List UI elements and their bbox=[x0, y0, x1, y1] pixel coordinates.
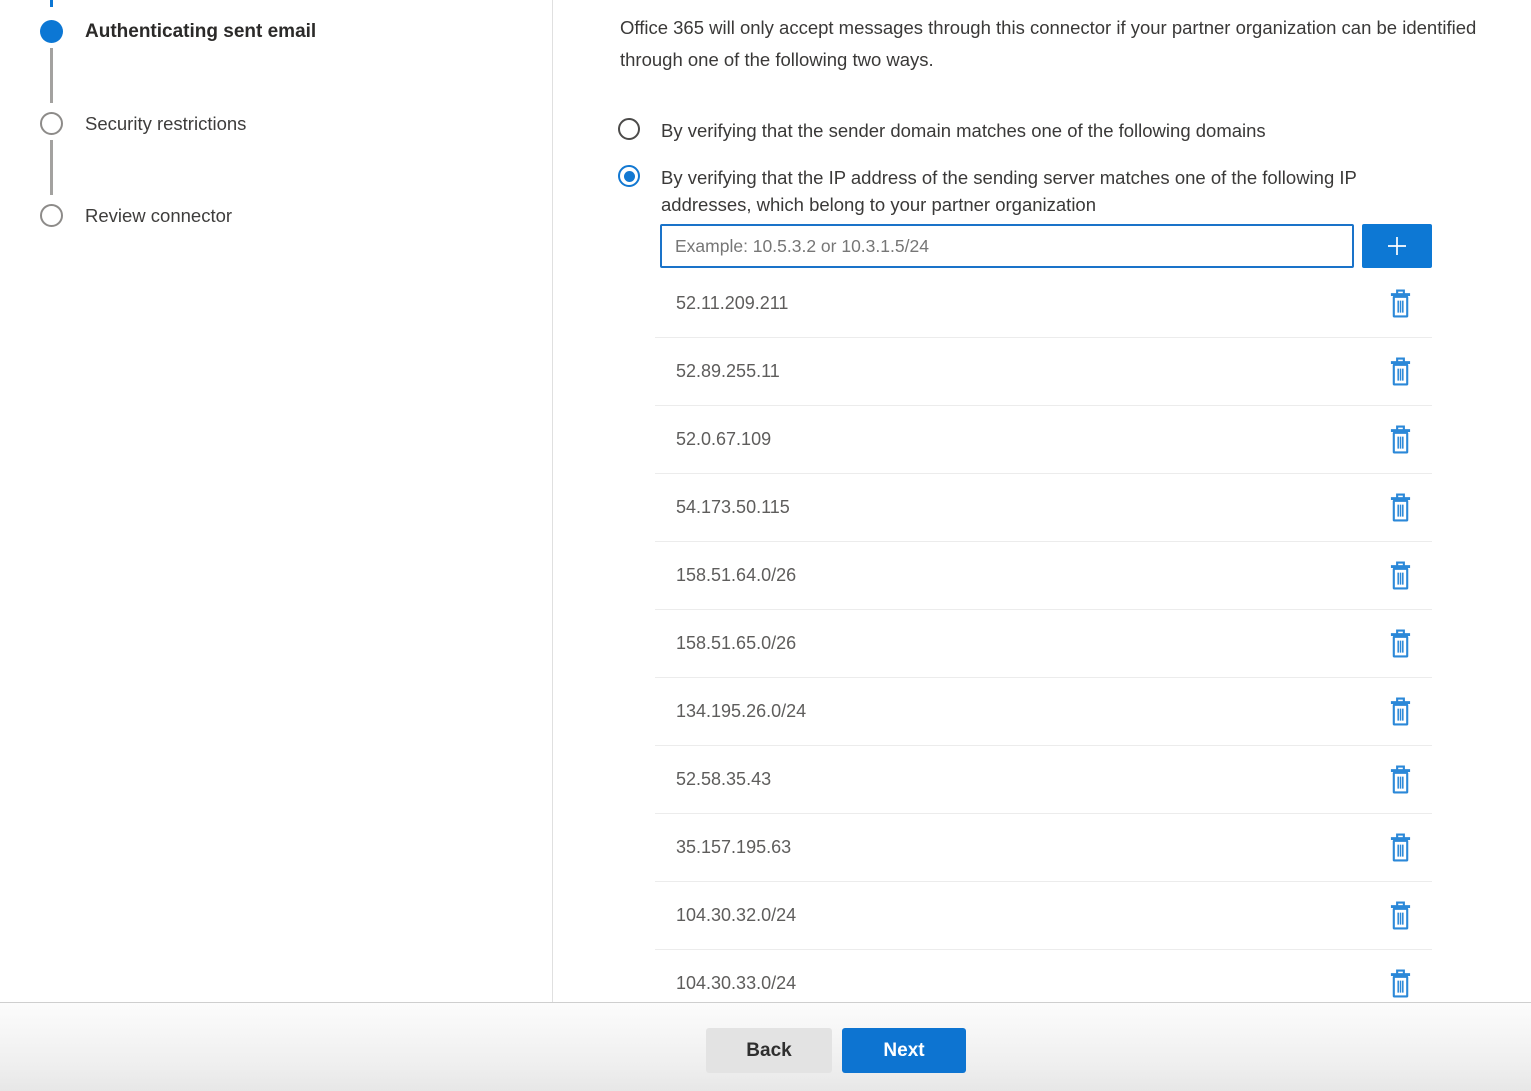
ip-address: 104.30.33.0/24 bbox=[676, 973, 796, 994]
verify-by-sender-domain-option[interactable]: By verifying that the sender domain matc… bbox=[618, 117, 1266, 144]
delete-ip-button[interactable] bbox=[1388, 424, 1412, 456]
wizard-footer: Back Next bbox=[0, 1002, 1531, 1091]
ip-address-input[interactable] bbox=[660, 224, 1354, 268]
verify-by-ip-address-option[interactable]: By verifying that the IP address of the … bbox=[618, 164, 1423, 218]
stepper-connector-from-previous bbox=[50, 0, 53, 7]
option-label: By verifying that the sender domain matc… bbox=[661, 117, 1266, 144]
ip-list-item: 52.89.255.11 bbox=[655, 338, 1432, 406]
delete-ip-button[interactable] bbox=[1388, 832, 1412, 864]
trash-icon bbox=[1389, 560, 1412, 591]
ip-address: 52.11.209.211 bbox=[676, 293, 788, 314]
intro-text: Office 365 will only accept messages thr… bbox=[620, 12, 1526, 76]
ip-list-item: 104.30.33.0/24 bbox=[655, 950, 1432, 1002]
wizard-stepper: Authenticating sent email Security restr… bbox=[0, 0, 553, 1002]
back-button[interactable]: Back bbox=[706, 1028, 832, 1073]
ip-list-item: 54.173.50.115 bbox=[655, 474, 1432, 542]
radio-icon[interactable] bbox=[618, 165, 640, 187]
ip-list-item: 104.30.32.0/24 bbox=[655, 882, 1432, 950]
trash-icon bbox=[1389, 968, 1412, 999]
stepper-step-security-restrictions[interactable]: Security restrictions bbox=[40, 112, 246, 135]
ip-list-item: 158.51.65.0/26 bbox=[655, 610, 1432, 678]
ip-list-item: 52.11.209.211 bbox=[655, 270, 1432, 338]
step-label: Authenticating sent email bbox=[85, 21, 316, 43]
wizard-content-pane: Office 365 will only accept messages thr… bbox=[554, 0, 1531, 1002]
ip-list-item: 134.195.26.0/24 bbox=[655, 678, 1432, 746]
trash-icon bbox=[1389, 492, 1412, 523]
step-label: Review connector bbox=[85, 205, 232, 227]
step-indicator-icon bbox=[40, 204, 63, 227]
step-indicator-icon bbox=[40, 112, 63, 135]
delete-ip-button[interactable] bbox=[1388, 764, 1412, 796]
ip-address: 54.173.50.115 bbox=[676, 497, 790, 518]
ip-address: 104.30.32.0/24 bbox=[676, 905, 796, 926]
trash-icon bbox=[1389, 424, 1412, 455]
delete-ip-button[interactable] bbox=[1388, 968, 1412, 1000]
ip-address: 134.195.26.0/24 bbox=[676, 701, 806, 722]
ip-list-item: 52.0.67.109 bbox=[655, 406, 1432, 474]
trash-icon bbox=[1389, 696, 1412, 727]
ip-entry-row bbox=[660, 224, 1432, 268]
trash-icon bbox=[1389, 832, 1412, 863]
delete-ip-button[interactable] bbox=[1388, 288, 1412, 320]
delete-ip-button[interactable] bbox=[1388, 696, 1412, 728]
ip-list-item: 52.58.35.43 bbox=[655, 746, 1432, 814]
ip-address: 158.51.64.0/26 bbox=[676, 565, 796, 586]
ip-address: 35.157.195.63 bbox=[676, 837, 791, 858]
delete-ip-button[interactable] bbox=[1388, 356, 1412, 388]
trash-icon bbox=[1389, 900, 1412, 931]
plus-icon bbox=[1385, 234, 1409, 258]
ip-address-list: 52.11.209.211 52.89.255.11 bbox=[655, 270, 1432, 1002]
step-indicator-icon bbox=[40, 20, 63, 43]
step-label: Security restrictions bbox=[85, 113, 246, 135]
stepper-step-review-connector[interactable]: Review connector bbox=[40, 204, 232, 227]
ip-address: 52.58.35.43 bbox=[676, 769, 771, 790]
delete-ip-button[interactable] bbox=[1388, 900, 1412, 932]
add-ip-button[interactable] bbox=[1362, 224, 1432, 268]
trash-icon bbox=[1389, 356, 1412, 387]
ip-address: 52.0.67.109 bbox=[676, 429, 771, 450]
next-button[interactable]: Next bbox=[842, 1028, 966, 1073]
radio-icon[interactable] bbox=[618, 118, 640, 140]
ip-address: 52.89.255.11 bbox=[676, 361, 780, 382]
delete-ip-button[interactable] bbox=[1388, 628, 1412, 660]
ip-list-item: 35.157.195.63 bbox=[655, 814, 1432, 882]
option-label: By verifying that the IP address of the … bbox=[661, 164, 1423, 218]
trash-icon bbox=[1389, 288, 1412, 319]
ip-address: 158.51.65.0/26 bbox=[676, 633, 796, 654]
delete-ip-button[interactable] bbox=[1388, 560, 1412, 592]
trash-icon bbox=[1389, 628, 1412, 659]
stepper-connector-line bbox=[50, 140, 53, 195]
stepper-step-authenticating-sent-email[interactable]: Authenticating sent email bbox=[40, 20, 316, 43]
trash-icon bbox=[1389, 764, 1412, 795]
delete-ip-button[interactable] bbox=[1388, 492, 1412, 524]
ip-list-item: 158.51.64.0/26 bbox=[655, 542, 1432, 610]
stepper-connector-line bbox=[50, 48, 53, 103]
